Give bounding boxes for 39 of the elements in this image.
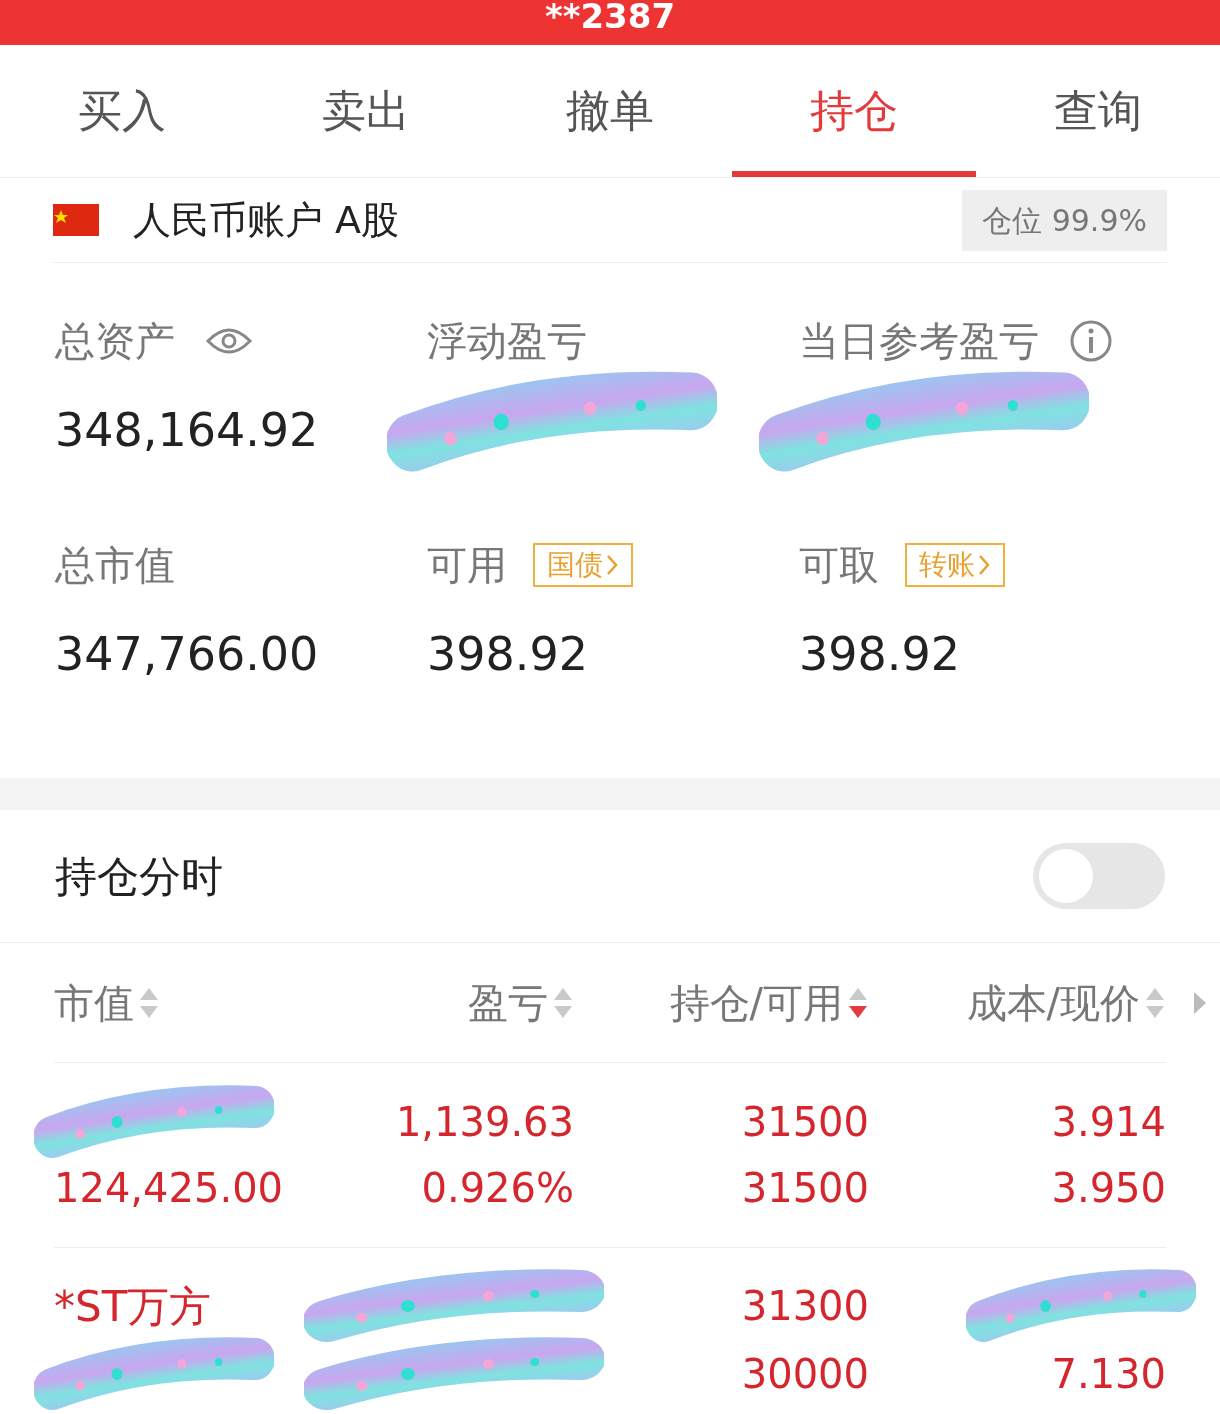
stat-label: 可用 <box>427 541 507 590</box>
profit-value: 1,139.63 <box>395 1102 574 1142</box>
info-icon[interactable] <box>1069 319 1113 363</box>
stat-label: 总资产 <box>55 317 175 366</box>
holding-quantity: 31500 <box>741 1102 869 1142</box>
stat-value: 398.92 <box>799 631 961 677</box>
tab[interactable]: 持仓 <box>732 45 976 177</box>
scroll-right-icon[interactable] <box>1192 990 1208 1016</box>
stat-value: 348,164.92 <box>55 407 320 453</box>
tab[interactable]: 买入 <box>0 45 244 177</box>
stat-value: 398.92 <box>427 631 589 677</box>
section-title: 持仓分时 <box>55 850 223 903</box>
available-quantity: 30000 <box>741 1354 869 1394</box>
profit-percent: 0.926% <box>421 1168 574 1208</box>
current-price: 3.950 <box>1051 1168 1166 1208</box>
cost-price: 3.914 <box>1051 1102 1166 1142</box>
account-title: **2387 <box>544 0 676 33</box>
column-header[interactable]: 盈亏 <box>468 972 548 1033</box>
available-quantity: 31500 <box>741 1168 869 1208</box>
holding-quantity: 31300 <box>741 1286 869 1328</box>
market-value: 124,425.00 <box>54 1168 284 1208</box>
stock-name: *ST万方 <box>54 1286 212 1328</box>
stat-label: 可取 <box>799 541 879 590</box>
column-header[interactable]: 市值 <box>54 972 134 1033</box>
tab[interactable]: 卖出 <box>244 45 488 177</box>
stat-label: 总市值 <box>55 541 175 590</box>
stat-label: 当日参考盈亏 <box>799 317 1039 366</box>
chevron-right-icon <box>977 553 991 577</box>
stat-label: 浮动盈亏 <box>427 317 587 366</box>
column-header[interactable]: 成本/现价 <box>966 972 1140 1033</box>
column-header[interactable]: 持仓/可用 <box>669 972 843 1033</box>
tab[interactable]: 撤单 <box>488 45 732 177</box>
chevron-right-icon <box>605 553 619 577</box>
position-badge: 仓位 99.9% <box>962 189 1167 251</box>
flag-icon <box>53 204 99 236</box>
tab[interactable]: 查询 <box>976 45 1220 177</box>
account-name: 人民币账户 A股 <box>133 196 400 244</box>
current-price: 7.130 <box>1051 1354 1166 1394</box>
stat-value: 347,766.00 <box>55 631 320 677</box>
